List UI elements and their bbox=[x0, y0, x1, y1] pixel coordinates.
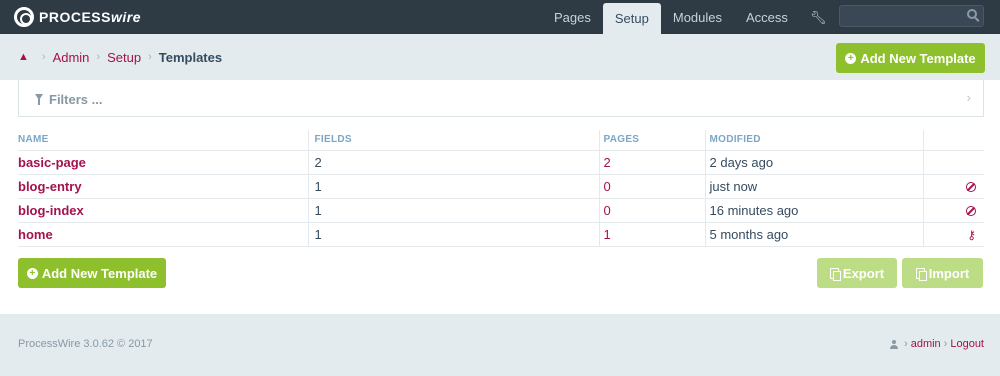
top-nav: Pages Setup Modules Access 🔧︎ bbox=[542, 0, 836, 34]
pages-count-link[interactable]: 0 bbox=[604, 179, 611, 194]
template-name-link[interactable]: blog-index bbox=[18, 203, 84, 218]
logout-link[interactable]: Logout bbox=[950, 338, 984, 350]
plus-circle-icon: + bbox=[26, 267, 38, 279]
processwire-logo[interactable]: PROCESSwire bbox=[14, 6, 141, 28]
table-row: home 1 1 5 months ago ⚷ bbox=[18, 222, 984, 247]
masthead: PROCESSwire Pages Setup Modules Access 🔧… bbox=[0, 0, 1000, 34]
ban-icon bbox=[966, 206, 976, 217]
status-cell bbox=[922, 198, 984, 223]
user-icon bbox=[890, 339, 899, 349]
key-icon: ⚷ bbox=[967, 227, 976, 242]
table-header-row: NAME FIELDS PAGES MODIFIED bbox=[18, 130, 984, 151]
column-header-pages[interactable]: PAGES bbox=[598, 130, 705, 151]
footer-separator-icon: › bbox=[943, 338, 948, 350]
column-header-fields[interactable]: FIELDS bbox=[307, 130, 599, 151]
table-row: blog-index 1 0 16 minutes ago bbox=[18, 198, 984, 223]
chevron-right-icon: › bbox=[966, 90, 971, 105]
export-label: Export bbox=[842, 265, 885, 281]
breadcrumb-separator-icon: › bbox=[41, 51, 46, 63]
wrench-icon[interactable]: 🔧︎ bbox=[800, 0, 837, 34]
footer-user: › admin › Logout bbox=[890, 338, 984, 350]
add-new-template-button-top[interactable]: + Add New Template bbox=[836, 43, 985, 73]
template-name-link[interactable]: home bbox=[18, 227, 53, 242]
search-icon[interactable] bbox=[967, 9, 977, 19]
template-name-link[interactable]: blog-entry bbox=[18, 179, 82, 194]
page-title: Templates bbox=[158, 49, 223, 65]
plus-circle-icon: + bbox=[845, 52, 857, 64]
column-header-modified[interactable]: MODIFIED bbox=[704, 130, 923, 151]
user-profile-link[interactable]: admin bbox=[911, 338, 941, 350]
logo-text: PROCESSwire bbox=[39, 9, 141, 25]
fields-count: 1 bbox=[307, 198, 599, 223]
status-cell: ⚷ bbox=[922, 222, 984, 247]
breadcrumb: ▲ › Admin › Setup › Templates bbox=[18, 48, 222, 66]
search-input[interactable] bbox=[840, 6, 960, 26]
processwire-logo-icon bbox=[14, 7, 34, 27]
import-button[interactable]: Import bbox=[902, 258, 983, 288]
nav-access[interactable]: Access bbox=[734, 0, 800, 34]
footer-version: ProcessWire 3.0.62 © 2017 bbox=[18, 338, 153, 350]
modified-time: just now bbox=[704, 174, 923, 199]
filters-label: Filters ... bbox=[49, 92, 103, 107]
modified-time: 16 minutes ago bbox=[704, 198, 923, 223]
nav-pages[interactable]: Pages bbox=[542, 0, 603, 34]
fields-count: 1 bbox=[307, 174, 599, 199]
status-cell bbox=[922, 174, 984, 199]
pages-count-link[interactable]: 0 bbox=[604, 203, 611, 218]
modified-time: 2 days ago bbox=[704, 150, 923, 175]
nav-setup[interactable]: Setup bbox=[602, 3, 661, 34]
paste-icon bbox=[915, 267, 927, 281]
breadcrumb-setup[interactable]: Setup bbox=[107, 50, 141, 65]
content-panel: Filters ... › NAME FIELDS PAGES MODIFIED… bbox=[0, 80, 1000, 314]
breadcrumb-separator-icon: › bbox=[148, 51, 152, 63]
table-row: basic-page 2 2 2 days ago bbox=[18, 150, 984, 175]
import-label: Import bbox=[928, 265, 970, 281]
search-box bbox=[839, 5, 984, 27]
status-cell bbox=[922, 150, 984, 175]
nav-modules[interactable]: Modules bbox=[661, 0, 734, 34]
pages-count-link[interactable]: 1 bbox=[604, 227, 611, 242]
add-new-template-button-bottom[interactable]: + Add New Template bbox=[18, 258, 166, 288]
filter-icon bbox=[35, 94, 43, 105]
column-header-status bbox=[922, 130, 984, 151]
pages-count-link[interactable]: 2 bbox=[604, 155, 611, 170]
fields-count: 1 bbox=[307, 222, 599, 247]
filters-toggle[interactable]: Filters ... › bbox=[18, 80, 984, 117]
footer-separator-icon: › bbox=[904, 338, 908, 350]
export-button[interactable]: Export bbox=[817, 258, 897, 288]
ban-icon bbox=[966, 182, 976, 193]
modified-time: 5 months ago bbox=[704, 222, 923, 247]
templates-table: NAME FIELDS PAGES MODIFIED basic-page 2 … bbox=[18, 130, 984, 247]
add-new-template-label: Add New Template bbox=[41, 265, 158, 281]
sitemap-icon[interactable]: ▲ bbox=[18, 51, 29, 63]
column-header-name[interactable]: NAME bbox=[18, 130, 308, 151]
table-row: blog-entry 1 0 just now bbox=[18, 174, 984, 199]
breadcrumb-admin[interactable]: Admin bbox=[53, 50, 90, 65]
template-name-link[interactable]: basic-page bbox=[18, 155, 86, 170]
copy-icon bbox=[829, 267, 841, 281]
breadcrumb-separator-icon: › bbox=[96, 51, 101, 63]
add-new-template-label: Add New Template bbox=[860, 50, 976, 66]
fields-count: 2 bbox=[307, 150, 599, 175]
